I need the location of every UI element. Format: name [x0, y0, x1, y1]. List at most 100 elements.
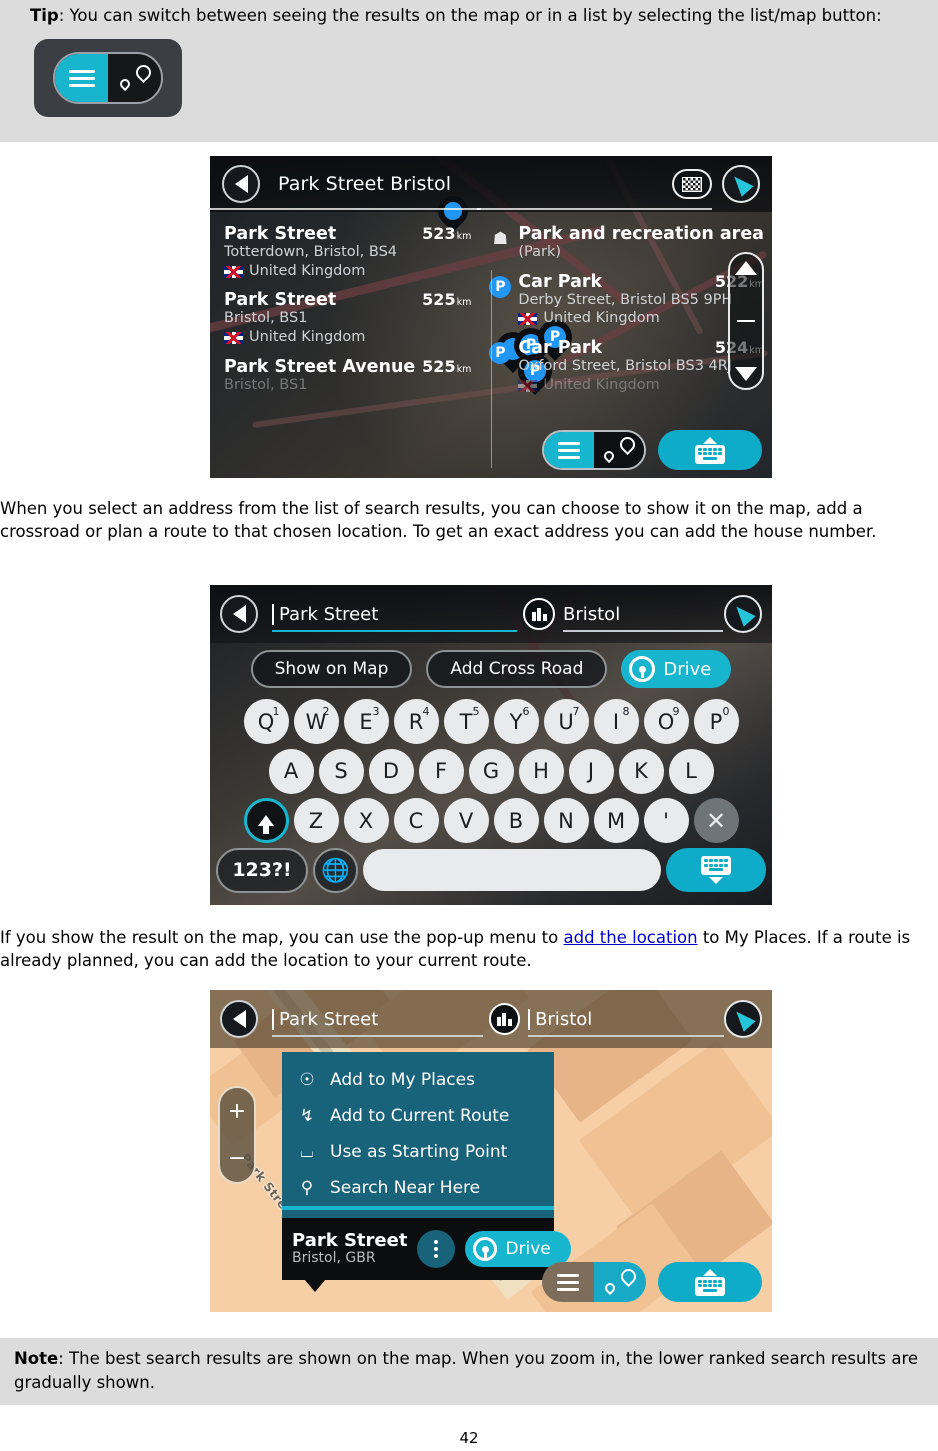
key-j[interactable]: J — [568, 748, 614, 794]
language-key[interactable]: 🌐 — [313, 847, 358, 893]
key-l[interactable]: L — [668, 748, 714, 794]
key-o[interactable]: O9 — [643, 699, 689, 745]
add-route-icon: ↯ — [299, 1106, 315, 1126]
toggle-list-half[interactable] — [542, 1262, 594, 1302]
zoom-controls[interactable]: + − — [218, 1086, 256, 1184]
result-item[interactable]: Park Street 525km Bristol, BS1 United Ki… — [224, 290, 471, 346]
search-near-icon: ⚲ — [300, 1178, 314, 1198]
result-item[interactable]: P Car Park 522km Derby Street, Bristol B… — [489, 272, 764, 328]
keyboard-row-4: 123?! 🌐 — [216, 847, 766, 893]
key-s[interactable]: S — [318, 748, 364, 794]
back-button[interactable] — [220, 1000, 258, 1038]
key-m[interactable]: M — [593, 798, 639, 844]
keyboard-icon — [695, 444, 725, 464]
key-f[interactable]: F — [418, 748, 464, 794]
keyboard-icon — [695, 1276, 725, 1296]
key-p[interactable]: P0 — [693, 699, 739, 745]
add-the-location-link[interactable]: add the location — [563, 928, 697, 947]
result-country-row: United Kingdom — [518, 377, 764, 395]
city-input[interactable]: Bristol — [563, 594, 723, 634]
result-item[interactable]: P Car Park 524km Oxford Street, Bristol … — [489, 338, 764, 394]
back-button[interactable] — [222, 165, 260, 203]
list-map-toggle[interactable] — [542, 1262, 646, 1302]
key-apostrophe[interactable]: ' — [643, 798, 689, 844]
key-i[interactable]: I8 — [593, 699, 639, 745]
key-d[interactable]: D — [368, 748, 414, 794]
scrollbar-thumb[interactable] — [737, 320, 755, 322]
key-k[interactable]: K — [618, 748, 664, 794]
tip-callout: Tip: You can switch between seeing the r… — [0, 0, 938, 142]
result-item[interactable]: ☗ Park and recreation area (Park) — [489, 224, 764, 262]
park-tree-icon: ☗ — [492, 229, 508, 249]
city-input[interactable]: Bristol — [528, 999, 724, 1039]
hide-keyboard-key[interactable] — [666, 848, 766, 893]
key-u[interactable]: U7 — [543, 699, 589, 745]
key-w[interactable]: W2 — [293, 699, 339, 745]
scroll-down-arrow-icon[interactable] — [735, 367, 757, 381]
menu-item-add-to-current-route[interactable]: ↯ Add to Current Route — [282, 1098, 554, 1134]
street-input[interactable]: Park Street — [272, 594, 517, 634]
key-v[interactable]: V — [443, 798, 489, 844]
zoom-in-button[interactable]: + — [228, 1100, 246, 1123]
key-c[interactable]: C — [393, 798, 439, 844]
key-x[interactable]: X — [343, 798, 389, 844]
back-button[interactable] — [220, 595, 258, 633]
screenshot-search-results: Park Street Bristol P P P Park Street 52… — [210, 156, 772, 478]
key-e[interactable]: E3 — [343, 699, 389, 745]
street-input[interactable]: Park Street — [272, 999, 483, 1039]
current-location-button[interactable] — [724, 1000, 762, 1038]
back-arrow-icon — [234, 175, 248, 193]
menu-item-use-as-starting-point[interactable]: ⌴ Use as Starting Point — [282, 1134, 554, 1170]
key-h[interactable]: H — [518, 748, 564, 794]
key-r[interactable]: R4 — [393, 699, 439, 745]
delete-key[interactable]: ✕ — [693, 798, 739, 844]
menu-item-search-near-here[interactable]: ⚲ Search Near Here — [282, 1170, 554, 1206]
more-dots-icon — [434, 1240, 439, 1244]
screenshot-address-keyboard: Park Street Bristol Show on Map Add Cros… — [210, 585, 772, 905]
key-b[interactable]: B — [493, 798, 539, 844]
result-item[interactable]: Park Street Avenue 525km Bristol, BS1 — [224, 357, 471, 395]
more-options-button[interactable] — [417, 1230, 456, 1268]
current-location-button[interactable] — [724, 595, 762, 633]
show-keyboard-button[interactable] — [658, 430, 762, 470]
screenshot-map-popup-menu: Park Street Park Street Bristol + − ☉ Ad… — [210, 990, 772, 1312]
toggle-map-half[interactable] — [594, 1262, 646, 1302]
add-cross-road-button[interactable]: Add Cross Road — [426, 650, 608, 688]
key-a[interactable]: A — [268, 748, 314, 794]
result-item[interactable]: Park Street 523km Totterdown, Bristol, B… — [224, 224, 471, 280]
menu-item-add-to-my-places[interactable]: ☉ Add to My Places — [282, 1062, 554, 1098]
key-y[interactable]: Y6 — [493, 699, 539, 745]
page-number: 42 — [459, 1429, 479, 1447]
result-name: Park and recreation area — [518, 224, 764, 244]
shift-key[interactable] — [243, 798, 289, 844]
numbers-symbols-key[interactable]: 123?! — [216, 847, 308, 893]
space-key[interactable] — [363, 849, 661, 892]
tip-body: : You can switch between seeing the resu… — [58, 6, 882, 25]
city-buildings-icon[interactable] — [523, 598, 555, 630]
key-t[interactable]: T5 — [443, 699, 489, 745]
key-z[interactable]: Z — [293, 798, 339, 844]
key-q[interactable]: Q1 — [243, 699, 289, 745]
results-scrollbar[interactable] — [728, 252, 764, 390]
toggle-list-half[interactable] — [544, 432, 594, 468]
list-map-toggle[interactable] — [542, 430, 646, 470]
city-value: Bristol — [563, 603, 621, 625]
tip-label: Tip — [30, 6, 59, 25]
key-g[interactable]: G — [468, 748, 514, 794]
result-name: Park Street Avenue — [224, 356, 416, 377]
current-location-button[interactable] — [722, 165, 760, 203]
text-caret — [272, 1008, 274, 1030]
destination-flag-button[interactable] — [672, 169, 712, 199]
toggle-map-half[interactable] — [594, 432, 644, 468]
scroll-up-arrow-icon[interactable] — [735, 261, 757, 275]
uk-flag-icon — [518, 379, 538, 392]
key-n[interactable]: N — [543, 798, 589, 844]
document-page: Tip: You can switch between seeing the r… — [0, 0, 938, 1451]
zoom-out-button[interactable]: − — [228, 1147, 246, 1170]
result-country: United Kingdom — [249, 329, 366, 346]
city-buildings-icon[interactable] — [488, 1003, 521, 1035]
show-on-map-button[interactable]: Show on Map — [250, 650, 413, 688]
drive-button[interactable]: Drive — [621, 650, 732, 688]
location-info-card: Park Street Bristol, GBR Drive — [282, 1218, 571, 1292]
show-keyboard-button[interactable] — [658, 1262, 762, 1302]
